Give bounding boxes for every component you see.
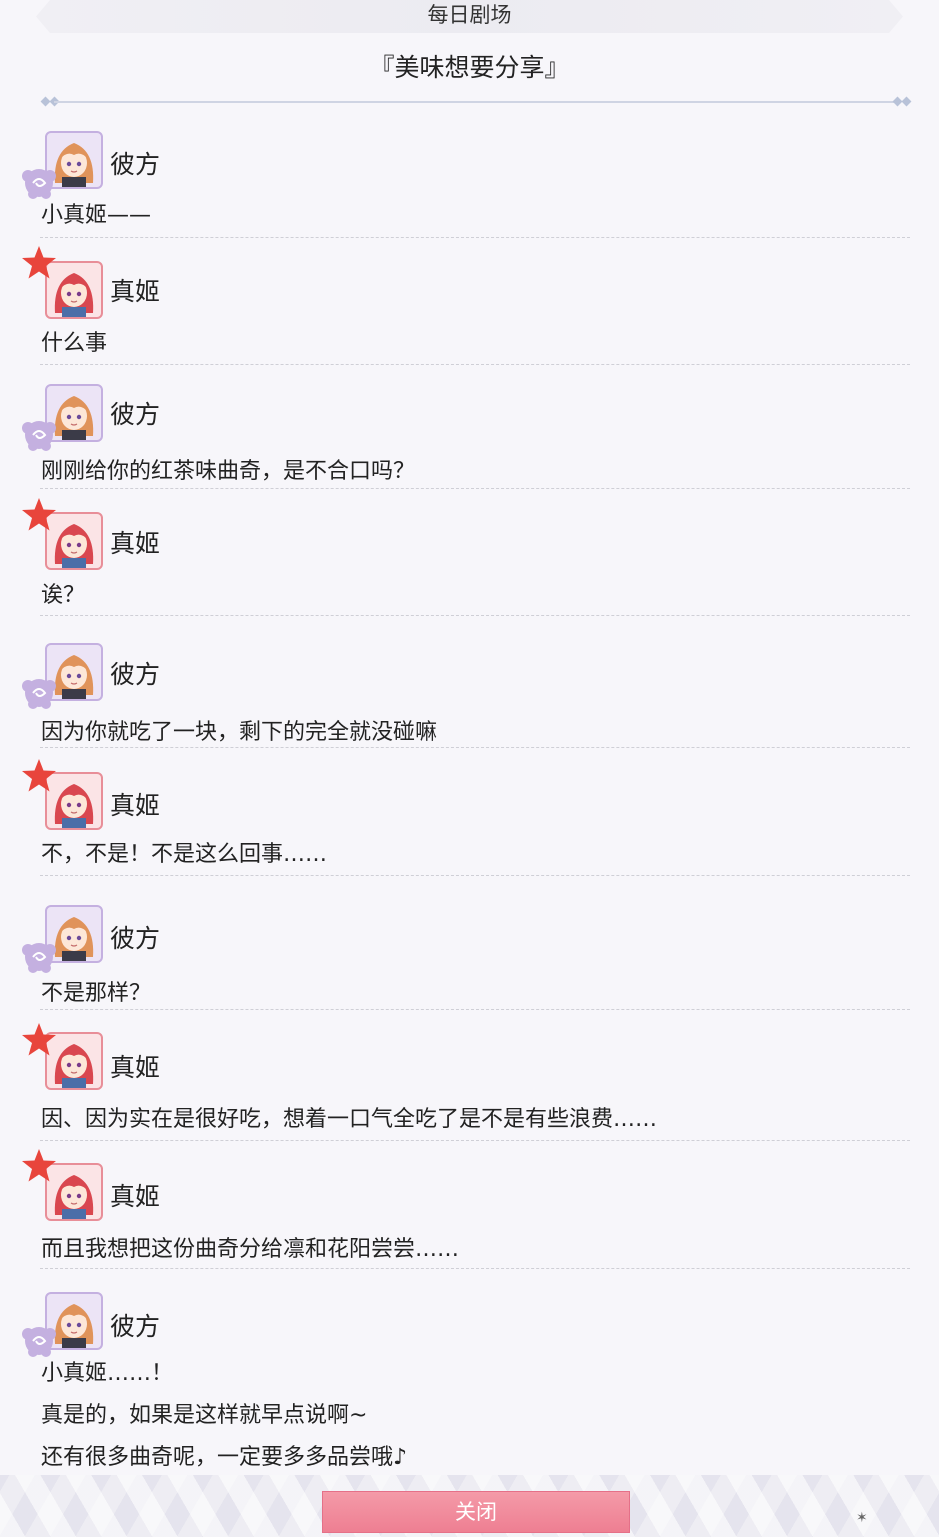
star-icon [19,243,59,283]
speaker-name: 彼方 [110,400,161,429]
title-divider [40,96,912,107]
dialogue-line: 因为你就吃了一块，剩下的完全就没碰嘛 [41,720,438,745]
dialogue-line: 什么事 [41,331,108,356]
speaker-name: 彼方 [110,1312,161,1341]
dialogue-divider [40,1268,910,1269]
speaker-name: 彼方 [110,660,161,689]
dialogue-line: 真是的，如果是这样就早点说啊~ [41,1403,368,1428]
star-icon [19,1146,59,1186]
dialogue-line: 不是那样？ [41,981,152,1006]
speaker-name: 真姬 [110,1182,161,1211]
dialogue-divider [40,1009,910,1010]
sheep-icon [19,672,59,712]
dialogue-line: 还有很多曲奇呢，一定要多多品尝哦♪ [41,1445,408,1470]
sparkle-icon: ✶ [856,1510,868,1526]
header-title: 每日剧场 [427,3,512,27]
star-icon [19,1020,59,1060]
dialogue-divider [40,875,910,876]
dialogue-line: 小真姬……！ [41,1361,174,1386]
star-icon [19,495,59,535]
dialogue-divider [40,237,910,238]
speaker-name: 真姬 [110,277,161,306]
speaker-name: 真姬 [110,791,161,820]
sheep-icon [19,936,59,976]
dialogue-divider [40,747,910,748]
speaker-name: 真姬 [110,1053,161,1082]
dialogue-divider [40,488,910,489]
dialogue-line: 诶？ [41,583,86,608]
dialogue-line: 刚刚给你的红茶味曲奇，是不合口吗？ [41,459,416,484]
dialogue-line: 不，不是！不是这么回事…… [41,842,328,867]
sheep-icon [19,162,59,202]
dialogue-line: 小真姬—— [41,203,152,228]
sheep-icon [19,1320,59,1360]
dialogue-divider [40,1140,910,1141]
star-icon [19,756,59,796]
speaker-name: 彼方 [110,924,161,953]
dialogue-line: 而且我想把这份曲奇分给凛和花阳尝尝…… [41,1237,460,1262]
dialogue-line: 因、因为实在是很好吃，想着一口气全吃了是不是有些浪费…… [41,1107,658,1132]
story-title: 『美味想要分享』 [369,53,570,82]
speaker-name: 彼方 [110,150,161,179]
dialogue-divider [40,364,910,365]
dialogue-divider [40,615,910,616]
speaker-name: 真姬 [110,529,161,558]
sheep-icon [19,414,59,454]
close-button[interactable]: 关闭 [322,1491,630,1533]
